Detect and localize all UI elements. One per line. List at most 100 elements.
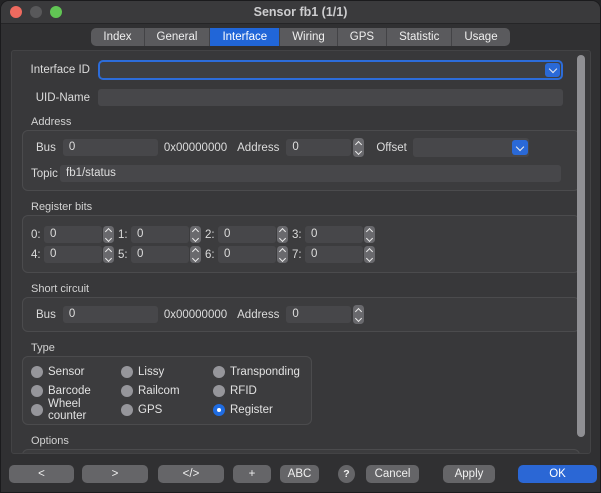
register-bit-1: 1: 0	[118, 226, 205, 243]
tab-usage[interactable]: Usage	[452, 28, 509, 46]
register-bit-4-input[interactable]: 0	[44, 246, 102, 263]
register-bit-7-stepper[interactable]	[364, 246, 375, 263]
register-bit-0: 0: 0	[31, 226, 118, 243]
short-circuit-bus-input[interactable]: 0	[63, 306, 158, 323]
register-bit-2-input[interactable]: 0	[218, 226, 276, 243]
ok-button[interactable]: OK	[518, 465, 597, 483]
register-bit-4-stepper[interactable]	[103, 246, 114, 263]
address-label: Address	[237, 142, 279, 154]
register-bits-section: Register bits 0: 0 1: 0 2: 0	[22, 201, 580, 273]
register-bit-3-label: 3:	[292, 229, 305, 241]
offset-label: Offset	[376, 142, 406, 154]
radio-transponding[interactable]: Transponding	[213, 365, 313, 378]
tab-statistic[interactable]: Statistic	[387, 28, 452, 46]
radio-icon	[31, 404, 43, 416]
register-bit-7-input[interactable]: 0	[305, 246, 363, 263]
radio-wheel-counter-label: Wheel counter	[48, 398, 121, 422]
register-bit-7: 7: 0	[292, 246, 379, 263]
tab-interface[interactable]: Interface	[210, 28, 280, 46]
address-stepper[interactable]	[353, 138, 364, 157]
tab-wiring[interactable]: Wiring	[280, 28, 338, 46]
tab-index[interactable]: Index	[91, 28, 144, 46]
close-button[interactable]	[10, 6, 22, 18]
address-section-title: Address	[31, 116, 580, 129]
register-bit-6-stepper[interactable]	[277, 246, 288, 263]
radio-icon	[31, 385, 43, 397]
register-bit-2-stepper[interactable]	[277, 226, 288, 243]
apply-button[interactable]: Apply	[443, 465, 495, 483]
register-bit-6-input[interactable]: 0	[218, 246, 276, 263]
radio-icon	[121, 366, 133, 378]
bus-input[interactable]: 0	[63, 139, 158, 156]
interface-id-combobox[interactable]	[98, 60, 563, 80]
register-bit-5-stepper[interactable]	[190, 246, 201, 263]
chevron-down-icon[interactable]	[512, 140, 528, 155]
register-bit-3-stepper[interactable]	[364, 226, 375, 243]
scrollbar[interactable]	[576, 55, 586, 441]
short-circuit-address-label: Address	[237, 309, 279, 321]
tab-row: Index General Interface Wiring GPS Stati…	[1, 24, 600, 49]
interface-tab-panel: Interface ID UID-Name Address Bus 0 0x00…	[11, 50, 591, 454]
uid-name-input[interactable]	[98, 89, 563, 106]
register-bit-3: 3: 0	[292, 226, 379, 243]
radio-sensor[interactable]: Sensor	[31, 365, 121, 378]
topic-input[interactable]: fb1/status	[60, 165, 561, 182]
radio-barcode[interactable]: Barcode	[31, 384, 121, 397]
options-section-title: Options	[31, 435, 580, 448]
add-button[interactable]: +	[233, 465, 271, 483]
next-button[interactable]: >	[82, 465, 148, 483]
titlebar[interactable]: Sensor fb1 (1/1)	[1, 1, 600, 24]
register-bit-1-stepper[interactable]	[190, 226, 201, 243]
radio-lissy-label: Lissy	[138, 366, 164, 378]
zoom-button[interactable]	[50, 6, 62, 18]
scrollbar-thumb[interactable]	[577, 55, 585, 437]
sensor-dialog: Sensor fb1 (1/1) Index General Interface…	[0, 0, 601, 493]
register-bit-0-stepper[interactable]	[103, 226, 114, 243]
window-title: Sensor fb1 (1/1)	[254, 5, 348, 19]
short-circuit-groupbox: Bus 0 0x00000000 Address 0	[22, 297, 580, 332]
radio-rfid[interactable]: RFID	[213, 384, 313, 397]
offset-combobox[interactable]	[413, 138, 529, 157]
type-section-title: Type	[31, 342, 580, 355]
tab-general[interactable]: General	[145, 28, 211, 46]
chevron-down-icon[interactable]	[545, 63, 560, 77]
register-bit-3-input[interactable]: 0	[305, 226, 363, 243]
traffic-lights	[10, 6, 62, 18]
tab-gps[interactable]: GPS	[338, 28, 387, 46]
abc-button[interactable]: ABC	[280, 465, 319, 483]
short-circuit-bus-label: Bus	[36, 309, 56, 321]
address-section: Address Bus 0 0x00000000 Address 0 Offse…	[22, 116, 580, 191]
address-groupbox: Bus 0 0x00000000 Address 0 Offset Topic …	[22, 130, 580, 191]
bus-hex-value: 0x00000000	[164, 142, 227, 154]
radio-lissy[interactable]: Lissy	[121, 365, 213, 378]
register-bit-2: 2: 0	[205, 226, 292, 243]
register-bit-5: 5: 0	[118, 246, 205, 263]
register-bits-groupbox: 0: 0 1: 0 2: 0 3:	[22, 215, 580, 273]
minimize-button[interactable]	[30, 6, 42, 18]
radio-gps[interactable]: GPS	[121, 403, 213, 416]
help-button[interactable]: ?	[338, 465, 355, 483]
options-section: Options Active low Reset Threshold 1	[22, 435, 580, 454]
short-circuit-address-input[interactable]: 0	[286, 306, 351, 323]
topic-label: Topic	[31, 168, 53, 180]
cancel-button[interactable]: Cancel	[366, 465, 419, 483]
radio-icon	[31, 366, 43, 378]
radio-icon	[213, 385, 225, 397]
uid-name-label: UID-Name	[14, 92, 90, 104]
register-bit-6-label: 6:	[205, 249, 218, 261]
short-circuit-section: Short circuit Bus 0 0x00000000 Address 0	[22, 283, 580, 332]
register-bit-5-input[interactable]: 0	[131, 246, 189, 263]
register-bit-0-label: 0:	[31, 229, 44, 241]
type-groupbox: Sensor Lissy Transponding Barcode	[22, 356, 312, 425]
radio-transponding-label: Transponding	[230, 366, 300, 378]
previous-button[interactable]: <	[9, 465, 74, 483]
short-circuit-address-stepper[interactable]	[353, 305, 364, 324]
code-button[interactable]: </>	[158, 465, 224, 483]
radio-railcom[interactable]: Railcom	[121, 384, 213, 397]
radio-register[interactable]: Register	[213, 403, 313, 416]
interface-id-label: Interface ID	[14, 64, 90, 76]
radio-wheel-counter[interactable]: Wheel counter	[31, 403, 121, 416]
register-bit-0-input[interactable]: 0	[44, 226, 102, 243]
register-bit-1-input[interactable]: 0	[131, 226, 189, 243]
address-input[interactable]: 0	[286, 139, 351, 156]
